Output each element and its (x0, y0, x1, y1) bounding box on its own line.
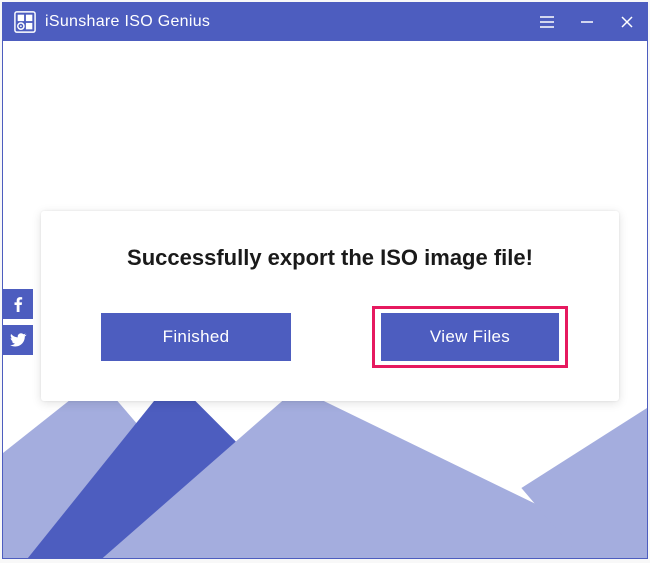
facebook-button[interactable] (3, 289, 33, 319)
twitter-button[interactable] (3, 325, 33, 355)
twitter-icon (9, 331, 27, 349)
content-area: Successfully export the ISO image file! … (3, 41, 647, 558)
result-card: Successfully export the ISO image file! … (41, 211, 619, 401)
app-title: iSunshare ISO Genius (45, 13, 210, 31)
result-message: Successfully export the ISO image file! (91, 245, 569, 271)
button-row: Finished View Files (91, 313, 569, 361)
finished-button[interactable]: Finished (101, 313, 291, 361)
app-window: iSunshare ISO Genius (2, 2, 648, 559)
titlebar-left: iSunshare ISO Genius (13, 10, 210, 34)
view-files-button[interactable]: View Files (381, 313, 559, 361)
titlebar-controls (537, 12, 637, 32)
mountain-decoration (3, 378, 647, 558)
app-logo-icon (13, 10, 37, 34)
menu-button[interactable] (537, 12, 557, 32)
close-button[interactable] (617, 12, 637, 32)
titlebar: iSunshare ISO Genius (3, 3, 647, 41)
social-sidebar (3, 289, 33, 355)
facebook-icon (10, 296, 26, 312)
minimize-button[interactable] (577, 12, 597, 32)
highlight-annotation: View Files (372, 306, 568, 368)
